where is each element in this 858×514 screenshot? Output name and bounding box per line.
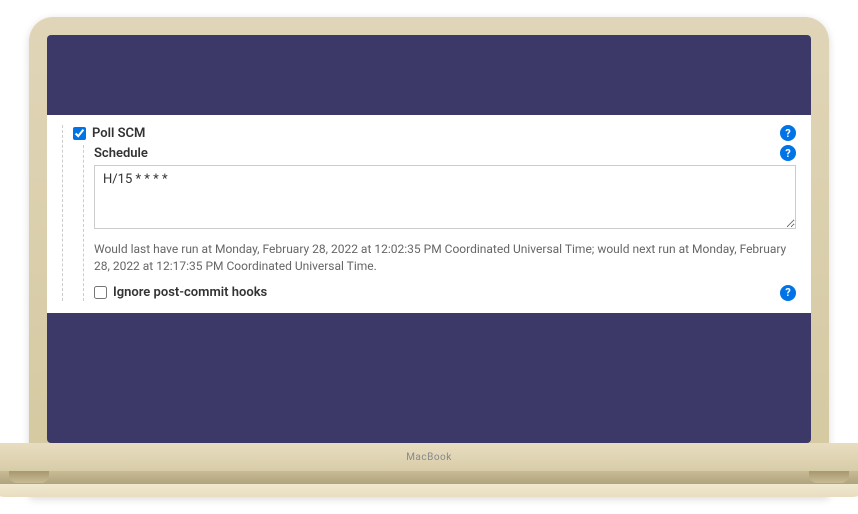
macbook-brand-bar: MacBook — [0, 443, 858, 471]
schedule-label: Schedule — [94, 146, 148, 161]
ignore-hooks-label: Ignore post-commit hooks — [113, 285, 267, 300]
poll-scm-option[interactable]: Poll SCM — [73, 126, 145, 141]
jenkins-config-panel: Poll SCM ? Schedule ? Would last have ru… — [47, 115, 811, 313]
ignore-hooks-row: Ignore post-commit hooks ? — [94, 285, 796, 301]
macbook-base: MacBook — [0, 443, 858, 497]
schedule-input[interactable] — [94, 165, 796, 229]
macbook-frame: Poll SCM ? Schedule ? Would last have ru… — [29, 17, 829, 497]
schedule-preview-text: Would last have run at Monday, February … — [94, 241, 796, 275]
schedule-label-row: Schedule ? — [94, 145, 796, 161]
poll-scm-subsection: Schedule ? Would last have run at Monday… — [83, 145, 796, 301]
help-icon[interactable]: ? — [780, 145, 796, 161]
ignore-hooks-checkbox[interactable] — [94, 286, 107, 299]
macbook-bottom-edge — [0, 471, 858, 497]
build-triggers-section: Poll SCM ? Schedule ? Would last have ru… — [62, 125, 796, 301]
macbook-screen: Poll SCM ? Schedule ? Would last have ru… — [47, 35, 811, 443]
poll-scm-label: Poll SCM — [92, 126, 145, 141]
ignore-hooks-option[interactable]: Ignore post-commit hooks — [94, 285, 267, 300]
macbook-brand-text: MacBook — [406, 452, 452, 463]
help-icon[interactable]: ? — [780, 125, 796, 141]
poll-scm-checkbox[interactable] — [73, 127, 86, 140]
poll-scm-row: Poll SCM ? — [73, 125, 796, 141]
help-icon[interactable]: ? — [780, 285, 796, 301]
